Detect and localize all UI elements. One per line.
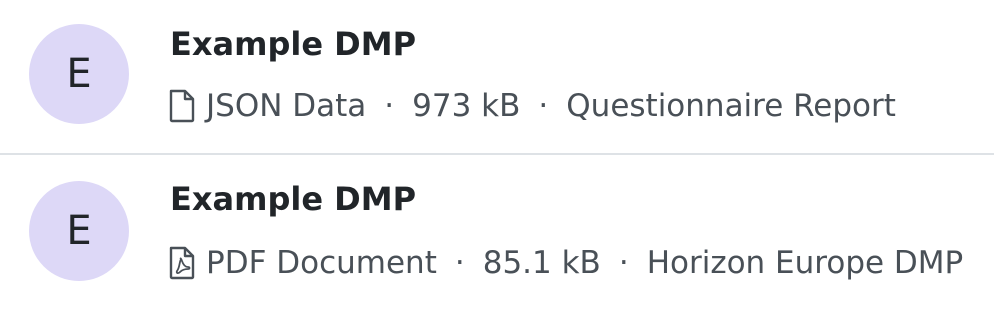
file-icon — [168, 89, 196, 123]
separator: · — [384, 88, 395, 124]
document-list-item[interactable]: E Example DMP JSON Data · 973 kB · Quest… — [0, 0, 994, 153]
file-type: JSON Data — [206, 88, 367, 124]
document-meta: JSON Data · 973 kB · Questionnaire Repor… — [168, 86, 896, 126]
file-pdf-icon — [168, 246, 196, 280]
document-list-item[interactable]: E Example DMP PDF Document · 85.1 kB · H… — [0, 155, 994, 311]
template-name: Questionnaire Report — [566, 88, 896, 124]
file-size: 973 kB — [412, 88, 521, 124]
document-title[interactable]: Example DMP — [170, 24, 416, 64]
separator: · — [454, 245, 465, 281]
file-size: 85.1 kB — [482, 245, 601, 281]
avatar: E — [29, 24, 129, 124]
document-list: E Example DMP JSON Data · 973 kB · Quest… — [0, 0, 994, 311]
document-meta: PDF Document · 85.1 kB · Horizon Europe … — [168, 243, 963, 283]
file-type: PDF Document — [206, 245, 437, 281]
template-name: Horizon Europe DMP — [646, 245, 964, 281]
separator: · — [618, 245, 629, 281]
document-title[interactable]: Example DMP — [170, 179, 416, 219]
separator: · — [538, 88, 549, 124]
avatar: E — [29, 181, 129, 281]
